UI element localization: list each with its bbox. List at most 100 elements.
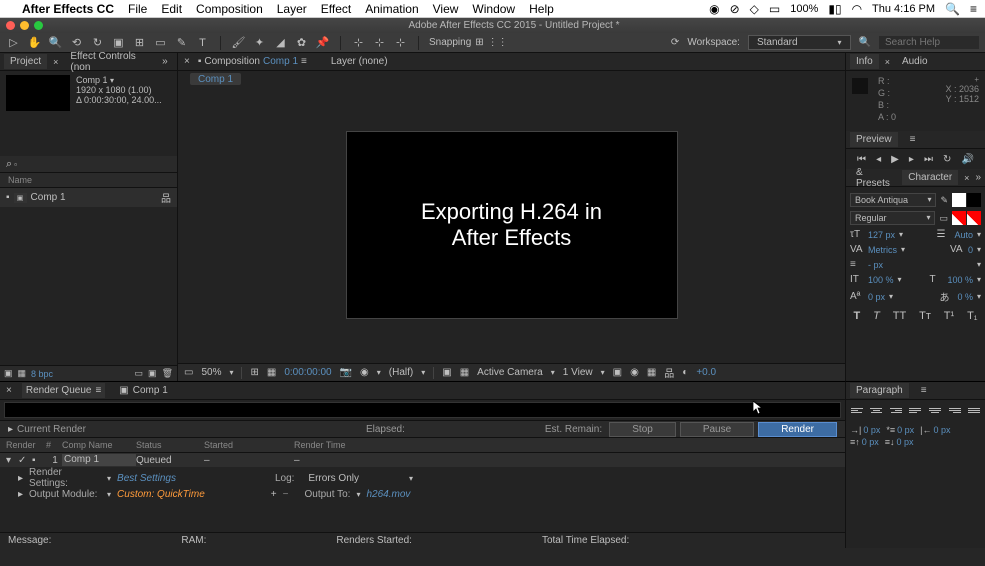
composition-viewer[interactable]: Exporting H.264 in After Effects (178, 87, 845, 363)
menu-view[interactable]: View (433, 2, 459, 16)
minimize-window-icon[interactable] (20, 21, 29, 30)
fast-preview-icon[interactable]: ◉ (630, 367, 639, 378)
axis-tool3-icon[interactable]: ⊹ (393, 35, 408, 50)
zoom-tool-icon[interactable]: 🔍 (48, 35, 63, 50)
fill-stroke-swatches[interactable] (952, 193, 981, 207)
add-output-icon[interactable]: + (271, 489, 277, 500)
flowchart-icon[interactable]: 品 (664, 365, 674, 380)
project-panel-tabs[interactable]: Project × Effect Controls (non » (0, 53, 177, 71)
panel-menu-icon[interactable]: ≡ (921, 385, 927, 396)
traffic-lights[interactable] (6, 21, 43, 30)
comp-sub-tab[interactable]: Comp 1 (190, 73, 241, 85)
tab-preview[interactable]: Preview (850, 132, 898, 147)
render-button[interactable]: Render (758, 422, 837, 437)
resolution-icon[interactable]: ⊞ (250, 367, 258, 378)
project-item-comp1[interactable]: ▪ ▣ Comp 1 品 (0, 188, 177, 207)
notification-center-icon[interactable]: ≡ (970, 2, 977, 16)
footer-interpret-icon[interactable]: ▣ (4, 368, 13, 379)
tab-character[interactable]: Character (902, 170, 958, 185)
mac-menubar[interactable]: After Effects CC File Edit Composition L… (0, 0, 985, 18)
current-render-toggle[interactable]: ▸ (8, 424, 13, 435)
close-icon[interactable]: × (885, 57, 890, 67)
first-frame-icon[interactable]: ⏮ (857, 154, 866, 165)
zoom-window-icon[interactable] (34, 21, 43, 30)
label-icon[interactable]: ▪ (32, 455, 48, 466)
chevron-down-icon[interactable]: ▾ (356, 490, 360, 499)
loop-icon[interactable]: ↻ (943, 154, 951, 165)
justify-center-icon[interactable] (929, 408, 941, 418)
justify-right-icon[interactable] (949, 408, 961, 418)
tab-audio[interactable]: Audio (896, 54, 934, 69)
roi-icon[interactable]: ▣ (442, 367, 451, 378)
tab-render-queue[interactable]: Render Queue ≡ (22, 383, 105, 398)
log-dropdown[interactable]: Errors Only (308, 473, 359, 484)
close-icon[interactable]: × (964, 173, 969, 183)
tab-info[interactable]: Info (850, 54, 879, 69)
axis-tool-icon[interactable]: ⊹ (351, 35, 366, 50)
remove-output-icon[interactable]: − (283, 489, 289, 500)
menu-animation[interactable]: Animation (365, 2, 418, 16)
new-comp-icon[interactable]: ▣ (148, 368, 157, 379)
close-window-icon[interactable] (6, 21, 15, 30)
chevron-down-icon[interactable]: ▾ (229, 368, 233, 377)
align-center-icon[interactable] (870, 408, 882, 418)
space-before-value[interactable]: 0 px (862, 437, 879, 447)
font-style-dropdown[interactable]: Regular▾ (850, 211, 935, 225)
allcaps-button[interactable]: TT (893, 310, 906, 322)
align-right-icon[interactable] (890, 408, 902, 418)
show-snapshot-icon[interactable]: ◉ (360, 367, 369, 378)
grid-icon[interactable]: ▦ (267, 367, 276, 378)
justify-all-icon[interactable] (968, 408, 980, 418)
view-count-dropdown[interactable]: 1 View (563, 367, 593, 378)
justify-left-icon[interactable] (909, 408, 921, 418)
chevron-down-icon[interactable]: ▫ (14, 160, 17, 169)
eyedropper-icon[interactable]: ✎ (940, 195, 948, 206)
tab-paragraph[interactable]: Paragraph (850, 383, 909, 398)
menubar-dropbox-icon[interactable]: ◇ (750, 2, 759, 16)
snapping-options-icon[interactable]: ⋮⋮ (488, 37, 508, 48)
transparency-icon[interactable]: ▦ (460, 367, 469, 378)
workspace-dropdown[interactable]: Standard ▾ (748, 35, 851, 50)
overflow-icon[interactable]: » (975, 172, 981, 183)
render-settings-link[interactable]: Best Settings (117, 473, 176, 484)
bold-button[interactable]: T (853, 310, 860, 322)
chevron-down-icon[interactable]: ▾ (107, 490, 111, 499)
comp-thumbnail[interactable] (6, 75, 70, 111)
new-folder-icon[interactable]: ▭ (135, 368, 144, 379)
last-frame-icon[interactable]: ⏭ (924, 154, 933, 165)
footer-bpc-icon[interactable]: ▦ (18, 368, 27, 379)
roto-tool-icon[interactable]: ✿ (294, 35, 309, 50)
eraser-tool-icon[interactable]: ◢ (273, 35, 288, 50)
render-item-row[interactable]: ▾ ✓ ▪ 1 Comp 1 Queued – – (0, 453, 845, 467)
close-icon[interactable]: × (6, 385, 12, 396)
app-name[interactable]: After Effects CC (22, 2, 114, 16)
stop-button[interactable]: Stop (609, 422, 676, 437)
menu-window[interactable]: Window (472, 2, 515, 16)
menu-help[interactable]: Help (529, 2, 554, 16)
window-titlebar[interactable]: Adobe After Effects CC 2015 - Untitled P… (0, 18, 985, 33)
close-panel-icon[interactable]: × (184, 56, 190, 67)
tab-timeline-comp1[interactable]: ▣ Comp 1 (115, 383, 171, 398)
vscale-value[interactable]: 100 % (868, 275, 894, 285)
battery-icon[interactable]: ▮▯ (828, 2, 841, 16)
align-left-icon[interactable] (851, 408, 863, 418)
baseline-value[interactable]: 0 px (868, 292, 885, 302)
superscript-button[interactable]: T¹ (944, 310, 954, 322)
brush-tool-icon[interactable]: 🖌 (231, 35, 246, 50)
snapping-icon[interactable]: ⊞ (475, 37, 483, 48)
tsume-value[interactable]: 0 % (957, 292, 973, 302)
zoom-out-icon[interactable]: ▭ (184, 367, 193, 378)
cc-sync-icon[interactable]: ⟳ (671, 37, 679, 48)
pause-button[interactable]: Pause (680, 422, 754, 437)
panel-menu-icon[interactable]: ≡ (95, 385, 101, 396)
timeline-icon[interactable]: ▦ (647, 367, 656, 378)
panel-menu-icon[interactable]: ≡ (910, 134, 916, 145)
italic-button[interactable]: T (873, 310, 880, 322)
stroke-width-value[interactable]: - px (868, 260, 883, 270)
reset-exposure-icon[interactable]: ◐ (682, 367, 688, 378)
kerning-value[interactable]: Metrics (868, 245, 897, 255)
next-frame-icon[interactable]: ▸ (909, 154, 914, 165)
twirl-icon[interactable]: ▸ (18, 473, 23, 484)
workspace-search-input[interactable] (879, 36, 979, 49)
clone-tool-icon[interactable]: ✦ (252, 35, 267, 50)
